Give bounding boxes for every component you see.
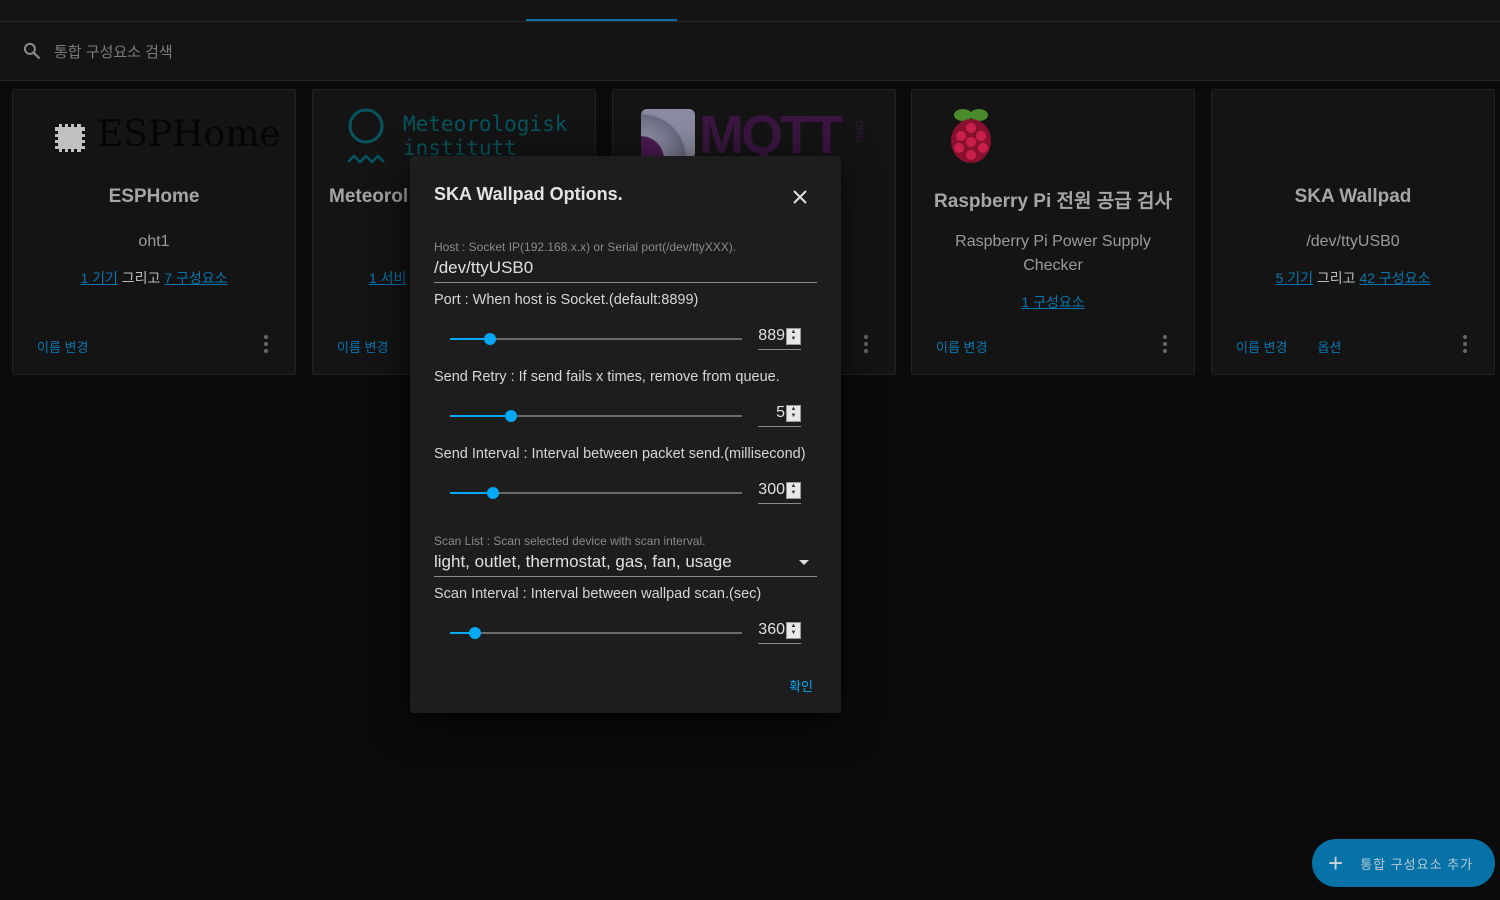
card-subtitle: /dev/ttyUSB0: [1306, 233, 1400, 250]
spinner-icon[interactable]: ▲ ▼: [786, 482, 801, 499]
host-field[interactable]: Host : Socket IP(192.168.x.x) or Serial …: [434, 240, 817, 283]
scan-interval-number-input[interactable]: 360 ▲ ▼: [758, 620, 801, 644]
scan-interval-slider[interactable]: [450, 625, 742, 641]
scan-interval-label: Scan Interval : Interval between wallpad…: [434, 586, 762, 602]
host-label: Host : Socket IP(192.168.x.x) or Serial …: [434, 240, 737, 254]
retry-label: Send Retry : If send fails x times, remo…: [434, 369, 780, 385]
card-subtitle: oht1: [138, 233, 170, 250]
retry-number-input[interactable]: 5 ▲ ▼: [758, 403, 801, 427]
close-icon[interactable]: [790, 187, 810, 207]
add-integration-label: 통합 구성요소 추가: [1360, 856, 1474, 872]
more-options-icon[interactable]: [863, 335, 869, 353]
port-slider[interactable]: [450, 331, 742, 347]
entities-link[interactable]: 42 구성요소: [1359, 270, 1430, 286]
top-toolbar: [0, 0, 1500, 22]
integration-card-ska-wallpad: SKA Wallpad /dev/ttyUSB0 5 기기 그리고 42 구성요…: [1211, 89, 1495, 375]
card-subtitle: Raspberry Pi Power Supply Checker: [955, 233, 1151, 274]
plus-icon: +: [1328, 847, 1345, 878]
raspberry-pi-logo: [912, 90, 1194, 180]
devices-link[interactable]: 1 기기: [80, 270, 117, 286]
spinner-icon[interactable]: ▲ ▼: [786, 622, 801, 639]
interval-label: Send Interval : Interval between packet …: [434, 446, 806, 462]
scan-list-select[interactable]: Scan List : Scan selected device with sc…: [434, 534, 817, 577]
entities-link[interactable]: 1 구성요소: [1021, 294, 1084, 310]
add-integration-button[interactable]: + 통합 구성요소 추가: [1312, 839, 1495, 887]
integration-card-esphome: ESPHome ESPHome oht1 1 기기 그리고 7 구성요소 이름 …: [12, 89, 296, 375]
card-title: Raspberry Pi 전원 공급 검사: [934, 191, 1172, 212]
options-button[interactable]: 옵션: [1317, 337, 1341, 356]
rename-button[interactable]: 이름 변경: [337, 337, 388, 356]
host-input[interactable]: /dev/ttyUSB0: [434, 258, 817, 283]
card-title: SKA Wallpad: [1294, 186, 1412, 207]
rename-button[interactable]: 이름 변경: [936, 337, 987, 356]
search-input[interactable]: 통합 구성요소 검색: [54, 41, 173, 62]
confirm-button[interactable]: 확인: [789, 676, 813, 695]
port-label: Port : When host is Socket.(default:8899…: [434, 292, 699, 308]
more-options-icon[interactable]: [1462, 335, 1468, 353]
search-icon: [23, 42, 41, 60]
integration-card-rpi-power: Raspberry Pi 전원 공급 검사 Raspberry Pi Power…: [911, 89, 1195, 375]
dialog-title: SKA Wallpad Options.: [434, 184, 623, 204]
and-text: 그리고: [121, 270, 161, 286]
entities-link[interactable]: 7 구성요소: [164, 270, 227, 286]
card-title: ESPHome: [108, 186, 200, 207]
devices-link[interactable]: 5 기기: [1276, 270, 1313, 286]
esphome-logo: ESPHome: [13, 90, 295, 180]
rename-button[interactable]: 이름 변경: [37, 337, 88, 356]
interval-slider[interactable]: [450, 485, 742, 501]
services-link[interactable]: 1 서비: [369, 270, 406, 286]
retry-slider[interactable]: [450, 408, 742, 424]
spinner-icon[interactable]: ▲ ▼: [786, 328, 801, 345]
more-options-icon[interactable]: [263, 335, 269, 353]
interval-number-input[interactable]: 300 ▲ ▼: [758, 480, 801, 504]
scan-list-label: Scan List : Scan selected device with sc…: [434, 534, 706, 548]
options-dialog: SKA Wallpad Options. Host : Socket IP(19…: [410, 156, 841, 713]
dropdown-arrow-icon[interactable]: [799, 560, 809, 565]
more-options-icon[interactable]: [1162, 335, 1168, 353]
spinner-icon[interactable]: ▲ ▼: [786, 405, 801, 422]
and-text: 그리고: [1316, 270, 1356, 286]
port-number-input[interactable]: 889 ▲ ▼: [758, 326, 801, 350]
search-bar[interactable]: 통합 구성요소 검색: [0, 22, 1500, 81]
active-tab-indicator: [526, 19, 677, 21]
rename-button[interactable]: 이름 변경: [1236, 337, 1287, 356]
scan-list-value: light, outlet, thermostat, gas, fan, usa…: [434, 552, 732, 571]
